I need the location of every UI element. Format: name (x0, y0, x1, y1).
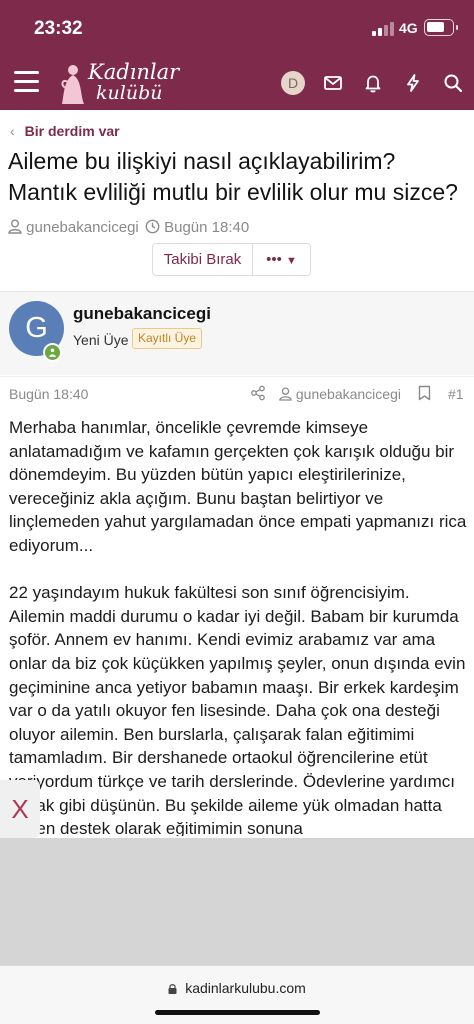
post-username[interactable]: gunebakancicegi (73, 304, 211, 324)
inbox-icon[interactable] (322, 72, 344, 94)
post-author-link[interactable]: gunebakancicegi (279, 386, 401, 402)
menu-icon[interactable] (14, 71, 39, 93)
ad-banner (0, 838, 474, 965)
more-dots: ••• (266, 251, 282, 268)
more-options-button[interactable]: ••• ▼ (253, 244, 310, 275)
breadcrumb-link[interactable]: Bir derdim var (25, 123, 120, 139)
bell-icon[interactable] (362, 72, 384, 94)
network-type: 4G (399, 20, 418, 36)
logo-figure-icon (61, 65, 84, 104)
url-text: kadinlarkulubu.com (185, 980, 306, 996)
user-badge: Kayıtlı Üye (132, 328, 203, 349)
post-paragraph: 22 yaşındayım hukuk fakültesi son sınıf … (9, 583, 466, 836)
site-logo[interactable]: Kadınlar kulübü (58, 60, 180, 106)
chevron-left-icon: ‹ (10, 123, 15, 139)
logo-text-top: Kadınlar (88, 60, 180, 84)
post-paragraph: Merhaba hanımlar, öncelikle çevremde kim… (9, 418, 467, 555)
post-number[interactable]: #1 (448, 386, 464, 402)
logo-text-bottom: kulübü (96, 82, 163, 104)
signal-icon (372, 22, 394, 36)
browser-url-bar[interactable]: kadinlarkulubu.com (0, 965, 474, 1024)
thread-author[interactable]: gunebakancicegi (26, 219, 139, 236)
home-indicator[interactable] (155, 1010, 320, 1015)
share-icon[interactable] (250, 385, 266, 401)
thread-date[interactable]: Bugün 18:40 (164, 219, 249, 236)
status-bar: 23:32 4G (0, 0, 474, 56)
post-user-header: G gunebakancicegi Yeni Üye Kayıtlı Üye (0, 291, 474, 375)
lock-icon (168, 984, 177, 994)
post-date[interactable]: Bugün 18:40 (9, 386, 88, 402)
online-status-icon (43, 343, 62, 362)
search-icon[interactable] (442, 72, 464, 94)
thread-actions: Takibi Bırak ••• ▼ (152, 243, 311, 276)
ad-close-button[interactable]: X (0, 780, 40, 838)
post-author: gunebakancicegi (295, 386, 401, 402)
clock-icon (145, 219, 160, 234)
url-display[interactable]: kadinlarkulubu.com (0, 980, 474, 996)
battery-icon (424, 19, 458, 36)
page-title: Aileme bu ilişkiyi nasıl açıklayabilirim… (8, 148, 458, 205)
status-time: 23:32 (34, 18, 83, 39)
account-avatar[interactable]: D (281, 71, 305, 95)
user-icon (279, 387, 292, 401)
user-icon (8, 219, 22, 234)
unfollow-button[interactable]: Takibi Bırak (153, 244, 253, 275)
caret-down-icon: ▼ (286, 255, 297, 267)
thread-meta: gunebakancicegi Bugün 18:40 (8, 219, 249, 236)
user-title: Yeni Üye (73, 332, 129, 348)
bookmark-icon[interactable] (418, 385, 431, 401)
breadcrumb[interactable]: ‹ Bir derdim var (10, 123, 120, 139)
post-body: Merhaba hanımlar, öncelikle çevremde kim… (9, 416, 467, 836)
bolt-icon[interactable] (402, 72, 424, 94)
post-meta-row: Bugün 18:40 gunebakancicegi #1 (0, 376, 474, 408)
